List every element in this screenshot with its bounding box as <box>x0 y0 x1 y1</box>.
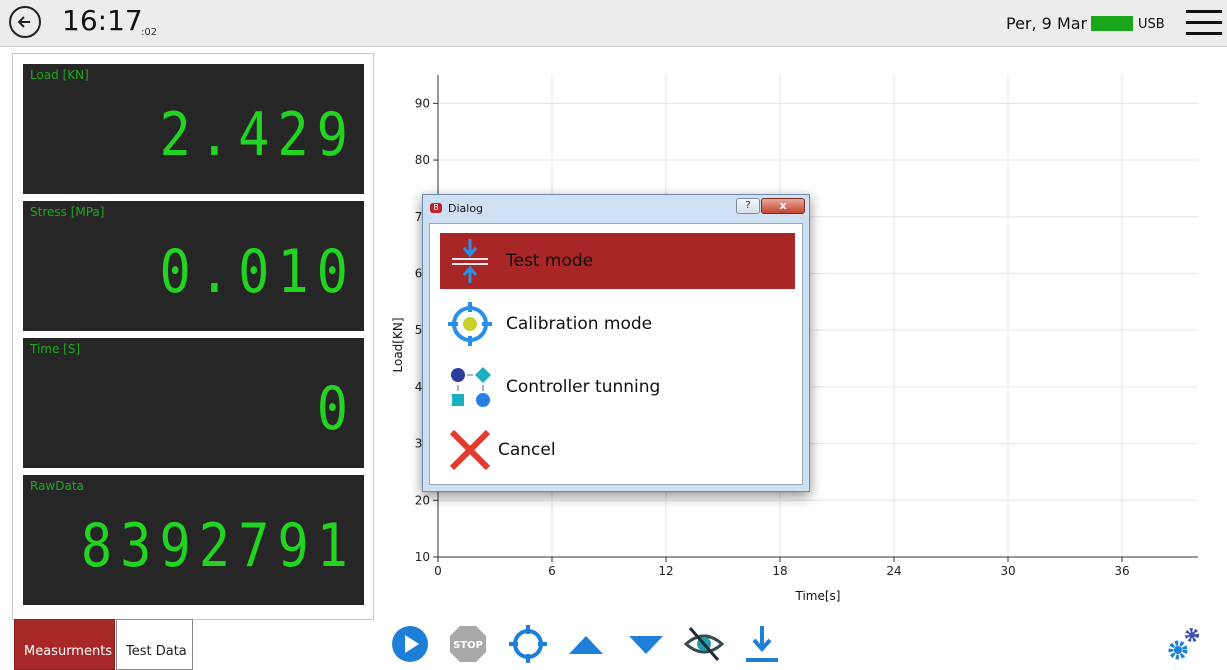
flowchart-icon <box>451 367 491 407</box>
app-logo-icon: B <box>430 203 442 213</box>
stop-label: STOP <box>453 640 483 651</box>
x-tick-label: 6 <box>548 564 556 578</box>
back-button[interactable] <box>9 6 41 38</box>
help-button[interactable]: ? <box>736 198 760 214</box>
meter-value: 0.010 <box>159 238 356 307</box>
y-tick-label: 80 <box>415 153 430 167</box>
stop-icon[interactable]: STOP <box>448 624 488 664</box>
clock-time: 16:17 <box>62 4 143 37</box>
tab-measurements[interactable]: Measurments <box>14 619 115 670</box>
y-tick-label: 20 <box>415 493 430 507</box>
load-meter: Load [KN] 2.429 <box>23 64 364 194</box>
status-bar: 16:17 :02 Per, 9 Mar USB <box>0 0 1227 47</box>
close-button[interactable]: x <box>761 198 805 214</box>
hamburger-menu-icon[interactable] <box>1186 10 1222 36</box>
crosshair-icon[interactable] <box>508 624 548 664</box>
tab-label: Measurments <box>24 644 113 659</box>
option-calibration-mode[interactable]: Calibration mode <box>440 296 795 352</box>
close-x-icon <box>449 429 491 471</box>
x-tick-label: 24 <box>886 564 901 578</box>
option-label: Cancel <box>498 440 556 460</box>
y-tick-label: 90 <box>415 96 430 110</box>
meter-label: Time [S] <box>30 342 81 356</box>
option-label: Calibration mode <box>506 314 653 334</box>
x-tick-label: 0 <box>434 564 442 578</box>
tab-test-data[interactable]: Test Data <box>116 619 193 670</box>
back-arrow-icon <box>17 16 30 28</box>
usb-label: USB <box>1138 17 1165 32</box>
meter-value: 8392791 <box>80 512 356 581</box>
crosshair-target-icon <box>448 302 492 346</box>
measurements-panel: Load [KN] 2.429 Stress [MPa] 0.010 Time … <box>12 53 374 620</box>
date-label: Per, 9 Mar <box>1006 14 1088 33</box>
x-tick-label: 18 <box>772 564 787 578</box>
dialog-options-list: Test mode Calibration mode Controller tu… <box>429 223 803 485</box>
compress-arrows-icon <box>452 239 488 283</box>
option-test-mode[interactable]: Test mode <box>440 233 795 289</box>
meter-value: 2.429 <box>159 101 356 170</box>
download-icon[interactable] <box>742 624 782 664</box>
time-meter: Time [S] 0 <box>23 338 364 468</box>
tab-label: Test Data <box>126 644 187 659</box>
option-controller-tunning[interactable]: Controller tunning <box>440 359 795 415</box>
stress-meter: Stress [MPa] 0.010 <box>23 201 364 331</box>
y-tick-label: 10 <box>415 550 430 564</box>
x-tick-label: 36 <box>1114 564 1129 578</box>
arrow-down-icon[interactable] <box>626 624 666 664</box>
rawdata-meter: RawData 8392791 <box>23 475 364 605</box>
x-tick-label: 12 <box>658 564 673 578</box>
settings-gears-icon[interactable] <box>1166 624 1202 662</box>
meter-value: 0 <box>316 375 356 444</box>
option-cancel[interactable]: Cancel <box>440 422 795 478</box>
hide-eye-icon[interactable] <box>684 624 724 664</box>
mode-dialog: B Dialog ? x Test mode Calibration mode <box>422 194 810 492</box>
arrow-up-icon[interactable] <box>566 624 606 664</box>
y-axis-label: Load[KN] <box>391 318 405 373</box>
meter-label: RawData <box>30 479 84 493</box>
option-label: Test mode <box>506 251 594 271</box>
dialog-title: Dialog <box>448 202 484 215</box>
option-label: Controller tunning <box>506 377 661 397</box>
clock-seconds: :02 <box>141 27 158 38</box>
usb-status-indicator <box>1091 16 1133 31</box>
meter-label: Stress [MPa] <box>30 205 105 219</box>
x-tick-label: 30 <box>1000 564 1015 578</box>
meter-label: Load [KN] <box>30 68 89 82</box>
play-icon[interactable] <box>390 624 430 664</box>
x-axis-label: Time[s] <box>795 589 841 603</box>
